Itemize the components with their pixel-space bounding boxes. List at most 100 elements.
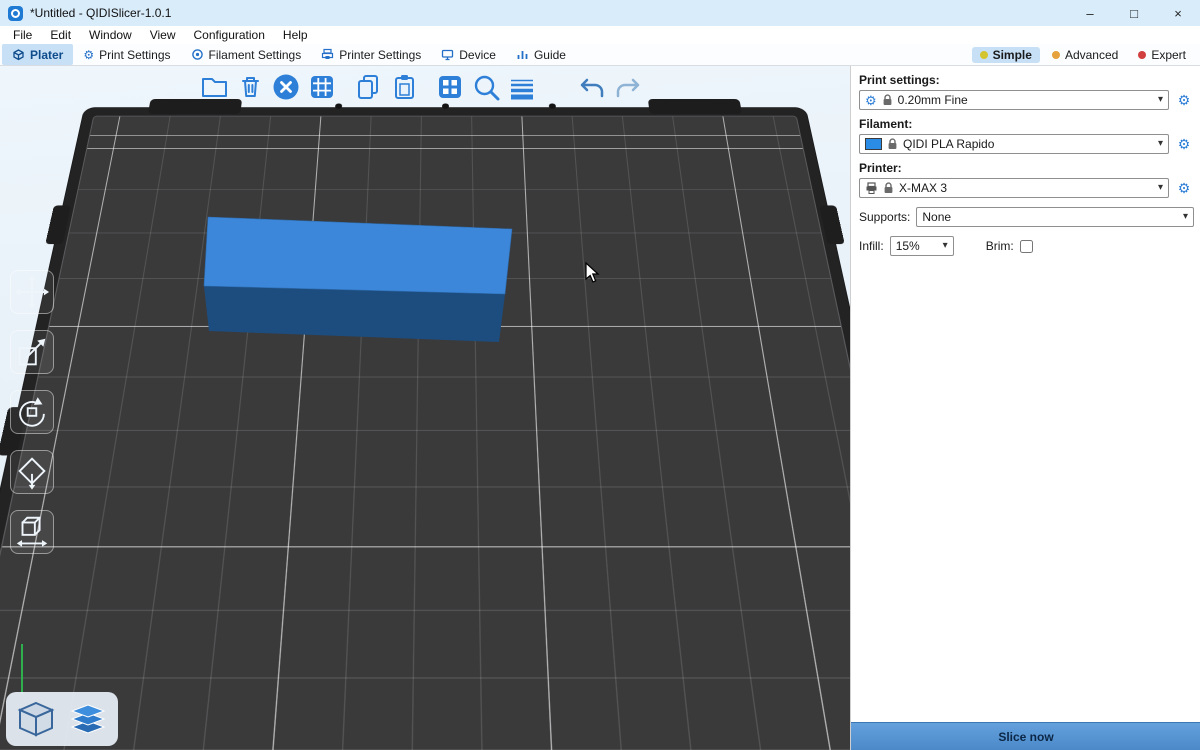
lock-icon (883, 182, 894, 195)
filament-label: Filament: (859, 117, 1192, 131)
split-button[interactable] (434, 70, 466, 104)
settings-sidebar: Print settings: ⚙ 0.20mm Fine ▾ ⚙ Filame… (850, 66, 1200, 750)
copy-button[interactable] (352, 70, 384, 104)
menu-bar: File Edit Window View Configuration Help (0, 26, 1200, 44)
chevron-down-icon: ▾ (1158, 139, 1163, 149)
minimize-icon: – (1086, 6, 1093, 21)
search-button[interactable] (470, 70, 502, 104)
tab-print-settings[interactable]: ⚙ Print Settings (73, 44, 180, 65)
printer-icon (321, 48, 334, 61)
menu-item-file[interactable]: File (4, 26, 41, 44)
filament-row: QIDI PLA Rapido ▾ ⚙ (859, 134, 1194, 154)
delete-button[interactable] (234, 70, 266, 104)
preview-view-button[interactable] (64, 695, 112, 743)
filament-spool-icon (191, 48, 204, 61)
y-axis-marker (21, 644, 23, 694)
gear-icon: ⚙ (1178, 92, 1191, 108)
viewport-3d[interactable] (0, 66, 850, 750)
tab-printer-settings[interactable]: Printer Settings (311, 44, 431, 65)
window-controls: – □ × (1068, 0, 1200, 26)
printer-gear-button[interactable]: ⚙ (1174, 181, 1194, 195)
filament-color-swatch (865, 138, 882, 150)
supports-label: Supports: (859, 210, 910, 224)
split-icon (435, 72, 465, 102)
supports-value: None (922, 210, 1178, 224)
tab-label: Print Settings (99, 48, 170, 62)
supports-select[interactable]: None ▾ (916, 207, 1194, 227)
menu-item-window[interactable]: Window (80, 26, 141, 44)
filament-gear-button[interactable]: ⚙ (1174, 137, 1194, 151)
menu-item-view[interactable]: View (141, 26, 185, 44)
rotate-tool-button[interactable] (10, 390, 54, 434)
move-tool-button[interactable] (10, 270, 54, 314)
infill-brim-row: Infill: 15% ▾ Brim: (859, 236, 1194, 256)
mode-switcher: Simple Advanced Expert (972, 44, 1200, 65)
tab-label: Printer Settings (339, 48, 421, 62)
delete-all-icon (271, 72, 301, 102)
scale-tool-button[interactable] (10, 330, 54, 374)
printer-icon (865, 182, 878, 195)
slice-now-button[interactable]: Slice now (851, 722, 1200, 750)
print-settings-gear-icon: ⚙ (83, 49, 94, 61)
lock-icon (882, 94, 893, 107)
infill-value: 15% (896, 239, 938, 253)
measure-tool-button[interactable] (10, 510, 54, 554)
mode-advanced[interactable]: Advanced (1044, 47, 1126, 63)
chevron-down-icon: ▾ (1158, 183, 1163, 193)
tab-bar: Plater ⚙ Print Settings Filament Setting… (0, 44, 1200, 66)
bed-screw (442, 103, 449, 108)
cube-icon (14, 697, 58, 741)
paste-button[interactable] (388, 70, 420, 104)
tab-label: Plater (30, 48, 63, 62)
redo-button[interactable] (612, 70, 644, 104)
filament-value: QIDI PLA Rapido (903, 137, 1153, 151)
tab-label: Device (459, 48, 496, 62)
flatten-tool-button[interactable] (10, 450, 54, 494)
menu-item-help[interactable]: Help (274, 26, 317, 44)
undo-button[interactable] (576, 70, 608, 104)
view-toolbar (6, 692, 118, 746)
layers-stack-icon (66, 697, 110, 741)
printer-select[interactable]: X-MAX 3 ▾ (859, 178, 1169, 198)
guide-icon (516, 48, 529, 61)
close-icon: × (1174, 6, 1182, 21)
print-settings-label: Print settings: (859, 73, 1192, 87)
open-button[interactable] (198, 70, 230, 104)
tab-device[interactable]: Device (431, 44, 506, 65)
mode-dot-simple (980, 51, 988, 59)
minimize-button[interactable]: – (1068, 0, 1112, 26)
delete-all-button[interactable] (270, 70, 302, 104)
tab-plater[interactable]: Plater (2, 44, 73, 65)
supports-row: Supports: None ▾ (859, 207, 1194, 227)
mode-dot-expert (1138, 51, 1146, 59)
plater-icon (12, 48, 25, 61)
chevron-down-icon: ▾ (1158, 95, 1163, 105)
tab-guide[interactable]: Guide (506, 44, 576, 65)
menu-item-edit[interactable]: Edit (41, 26, 80, 44)
paste-icon (389, 72, 419, 102)
mode-label: Simple (993, 48, 1032, 62)
gear-icon: ⚙ (1178, 136, 1191, 152)
editor-view-button[interactable] (12, 695, 60, 743)
mode-expert[interactable]: Expert (1130, 47, 1194, 63)
gear-icon: ⚙ (865, 94, 877, 107)
brim-label: Brim: (986, 239, 1014, 253)
infill-label: Infill: (859, 239, 884, 253)
print-settings-select[interactable]: ⚙ 0.20mm Fine ▾ (859, 90, 1169, 110)
mode-simple[interactable]: Simple (972, 47, 1040, 63)
arrange-button[interactable] (306, 70, 338, 104)
bed-tab (648, 99, 742, 114)
infill-select[interactable]: 15% ▾ (890, 236, 954, 256)
window-title: *Untitled - QIDISlicer-1.0.1 (30, 6, 171, 20)
brim-checkbox[interactable] (1020, 240, 1033, 253)
bed-screw (335, 103, 342, 108)
filament-select[interactable]: QIDI PLA Rapido ▾ (859, 134, 1169, 154)
tab-filament-settings[interactable]: Filament Settings (181, 44, 312, 65)
print-settings-value: 0.20mm Fine (898, 93, 1153, 107)
bed-surface (0, 116, 850, 750)
layer-height-button[interactable] (506, 70, 538, 104)
close-button[interactable]: × (1156, 0, 1200, 26)
print-settings-gear-button[interactable]: ⚙ (1174, 93, 1194, 107)
menu-item-configuration[interactable]: Configuration (185, 26, 274, 44)
maximize-button[interactable]: □ (1112, 0, 1156, 26)
